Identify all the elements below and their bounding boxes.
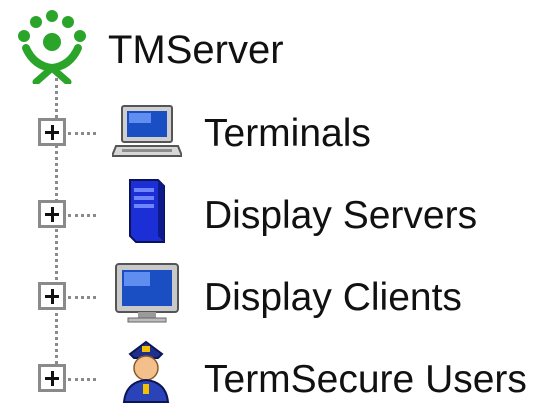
tree-item-label[interactable]: Display Clients	[204, 274, 462, 322]
tree-item-label[interactable]: Terminals	[204, 110, 371, 158]
tree-item-label[interactable]: Display Servers	[204, 192, 477, 240]
tree-connector-branch	[68, 132, 96, 135]
server-tower-icon	[129, 179, 165, 243]
expand-toggle-termsecure-users[interactable]	[38, 364, 66, 392]
tree-connector-branch	[68, 296, 96, 299]
tree-connector-branch	[68, 214, 96, 217]
monitor-icon	[115, 263, 179, 323]
expand-toggle-terminals[interactable]	[38, 118, 66, 146]
tree-connector-branch	[68, 378, 96, 381]
tree-view: TMServer Terminals Display Servers Displ…	[0, 0, 555, 405]
security-officer-icon	[122, 340, 170, 403]
tmserver-people-icon	[18, 10, 86, 84]
expand-toggle-display-clients[interactable]	[38, 282, 66, 310]
expand-toggle-display-servers[interactable]	[38, 200, 66, 228]
tree-item-label[interactable]: TermSecure Users	[204, 356, 527, 404]
laptop-icon	[112, 105, 182, 157]
tree-root-label[interactable]: TMServer	[108, 26, 284, 74]
